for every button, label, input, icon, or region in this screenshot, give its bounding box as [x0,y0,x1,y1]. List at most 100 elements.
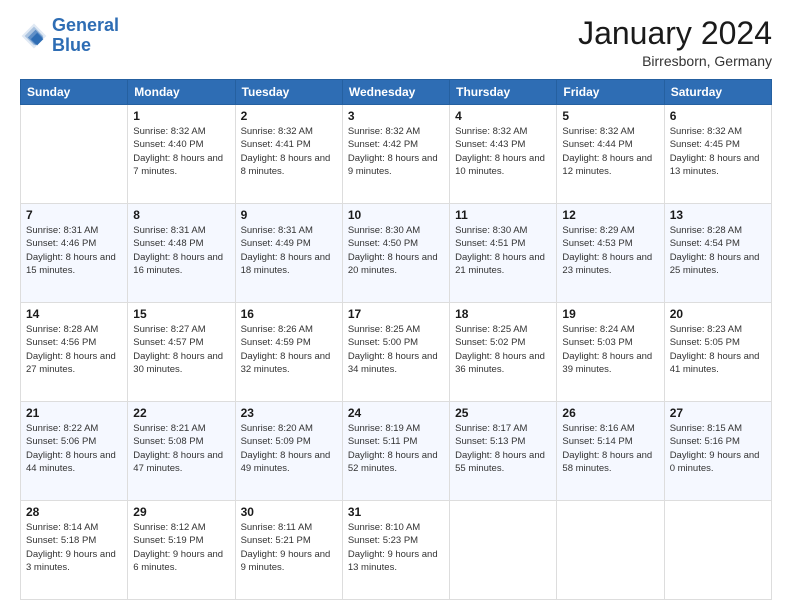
day-info: Sunrise: 8:29 AM Sunset: 4:53 PM Dayligh… [562,224,658,277]
sunset-text: Sunset: 5:23 PM [348,535,418,546]
daylight-text: Daylight: 8 hours and 36 minutes. [455,351,545,375]
day-info: Sunrise: 8:31 AM Sunset: 4:48 PM Dayligh… [133,224,229,277]
day-info: Sunrise: 8:28 AM Sunset: 4:56 PM Dayligh… [26,323,122,376]
day-number: 24 [348,406,444,420]
day-number: 5 [562,109,658,123]
sunset-text: Sunset: 4:51 PM [455,238,525,249]
table-row [557,501,664,600]
table-row: 2 Sunrise: 8:32 AM Sunset: 4:41 PM Dayli… [235,105,342,204]
daylight-text: Daylight: 8 hours and 25 minutes. [670,252,760,276]
sunrise-text: Sunrise: 8:32 AM [348,126,420,137]
sunset-text: Sunset: 4:54 PM [670,238,740,249]
table-row: 26 Sunrise: 8:16 AM Sunset: 5:14 PM Dayl… [557,402,664,501]
day-info: Sunrise: 8:16 AM Sunset: 5:14 PM Dayligh… [562,422,658,475]
table-row: 24 Sunrise: 8:19 AM Sunset: 5:11 PM Dayl… [342,402,449,501]
sunset-text: Sunset: 5:14 PM [562,436,632,447]
day-info: Sunrise: 8:31 AM Sunset: 4:46 PM Dayligh… [26,224,122,277]
daylight-text: Daylight: 8 hours and 49 minutes. [241,450,331,474]
day-number: 23 [241,406,337,420]
day-info: Sunrise: 8:25 AM Sunset: 5:02 PM Dayligh… [455,323,551,376]
sunset-text: Sunset: 5:06 PM [26,436,96,447]
day-info: Sunrise: 8:28 AM Sunset: 4:54 PM Dayligh… [670,224,766,277]
day-number: 16 [241,307,337,321]
header-wednesday: Wednesday [342,80,449,105]
daylight-text: Daylight: 8 hours and 23 minutes. [562,252,652,276]
sunrise-text: Sunrise: 8:22 AM [26,423,98,434]
table-row: 20 Sunrise: 8:23 AM Sunset: 5:05 PM Dayl… [664,303,771,402]
day-number: 19 [562,307,658,321]
table-row [450,501,557,600]
day-info: Sunrise: 8:30 AM Sunset: 4:50 PM Dayligh… [348,224,444,277]
day-number: 1 [133,109,229,123]
header-monday: Monday [128,80,235,105]
sunset-text: Sunset: 5:16 PM [670,436,740,447]
day-number: 30 [241,505,337,519]
table-row: 8 Sunrise: 8:31 AM Sunset: 4:48 PM Dayli… [128,204,235,303]
calendar-week-row: 1 Sunrise: 8:32 AM Sunset: 4:40 PM Dayli… [21,105,772,204]
sunrise-text: Sunrise: 8:24 AM [562,324,634,335]
table-row: 12 Sunrise: 8:29 AM Sunset: 4:53 PM Dayl… [557,204,664,303]
day-number: 25 [455,406,551,420]
sunset-text: Sunset: 4:40 PM [133,139,203,150]
table-row: 21 Sunrise: 8:22 AM Sunset: 5:06 PM Dayl… [21,402,128,501]
sunset-text: Sunset: 5:18 PM [26,535,96,546]
month-title: January 2024 [578,16,772,51]
table-row: 18 Sunrise: 8:25 AM Sunset: 5:02 PM Dayl… [450,303,557,402]
day-number: 28 [26,505,122,519]
day-number: 27 [670,406,766,420]
day-info: Sunrise: 8:32 AM Sunset: 4:45 PM Dayligh… [670,125,766,178]
table-row: 5 Sunrise: 8:32 AM Sunset: 4:44 PM Dayli… [557,105,664,204]
calendar-week-row: 14 Sunrise: 8:28 AM Sunset: 4:56 PM Dayl… [21,303,772,402]
table-row: 29 Sunrise: 8:12 AM Sunset: 5:19 PM Dayl… [128,501,235,600]
day-info: Sunrise: 8:26 AM Sunset: 4:59 PM Dayligh… [241,323,337,376]
sunrise-text: Sunrise: 8:31 AM [241,225,313,236]
sunrise-text: Sunrise: 8:11 AM [241,522,313,533]
daylight-text: Daylight: 8 hours and 13 minutes. [670,153,760,177]
day-info: Sunrise: 8:11 AM Sunset: 5:21 PM Dayligh… [241,521,337,574]
daylight-text: Daylight: 8 hours and 16 minutes. [133,252,223,276]
sunrise-text: Sunrise: 8:20 AM [241,423,313,434]
daylight-text: Daylight: 9 hours and 3 minutes. [26,549,116,573]
day-number: 13 [670,208,766,222]
sunrise-text: Sunrise: 8:31 AM [26,225,98,236]
sunrise-text: Sunrise: 8:32 AM [562,126,634,137]
sunset-text: Sunset: 4:49 PM [241,238,311,249]
day-info: Sunrise: 8:24 AM Sunset: 5:03 PM Dayligh… [562,323,658,376]
table-row: 14 Sunrise: 8:28 AM Sunset: 4:56 PM Dayl… [21,303,128,402]
sunset-text: Sunset: 4:43 PM [455,139,525,150]
day-info: Sunrise: 8:32 AM Sunset: 4:44 PM Dayligh… [562,125,658,178]
sunset-text: Sunset: 4:50 PM [348,238,418,249]
day-number: 9 [241,208,337,222]
table-row: 16 Sunrise: 8:26 AM Sunset: 4:59 PM Dayl… [235,303,342,402]
day-info: Sunrise: 8:25 AM Sunset: 5:00 PM Dayligh… [348,323,444,376]
day-info: Sunrise: 8:32 AM Sunset: 4:43 PM Dayligh… [455,125,551,178]
calendar-week-row: 21 Sunrise: 8:22 AM Sunset: 5:06 PM Dayl… [21,402,772,501]
table-row: 6 Sunrise: 8:32 AM Sunset: 4:45 PM Dayli… [664,105,771,204]
day-info: Sunrise: 8:17 AM Sunset: 5:13 PM Dayligh… [455,422,551,475]
header-tuesday: Tuesday [235,80,342,105]
day-info: Sunrise: 8:10 AM Sunset: 5:23 PM Dayligh… [348,521,444,574]
sunset-text: Sunset: 4:48 PM [133,238,203,249]
day-number: 7 [26,208,122,222]
table-row: 19 Sunrise: 8:24 AM Sunset: 5:03 PM Dayl… [557,303,664,402]
daylight-text: Daylight: 8 hours and 9 minutes. [348,153,438,177]
daylight-text: Daylight: 8 hours and 41 minutes. [670,351,760,375]
daylight-text: Daylight: 8 hours and 10 minutes. [455,153,545,177]
calendar-week-row: 7 Sunrise: 8:31 AM Sunset: 4:46 PM Dayli… [21,204,772,303]
daylight-text: Daylight: 8 hours and 47 minutes. [133,450,223,474]
logo-line1: General [52,15,119,35]
table-row: 23 Sunrise: 8:20 AM Sunset: 5:09 PM Dayl… [235,402,342,501]
sunrise-text: Sunrise: 8:25 AM [455,324,527,335]
table-row [21,105,128,204]
table-row: 28 Sunrise: 8:14 AM Sunset: 5:18 PM Dayl… [21,501,128,600]
sunset-text: Sunset: 5:05 PM [670,337,740,348]
sunrise-text: Sunrise: 8:32 AM [133,126,205,137]
sunrise-text: Sunrise: 8:27 AM [133,324,205,335]
table-row [664,501,771,600]
sunrise-text: Sunrise: 8:31 AM [133,225,205,236]
sunset-text: Sunset: 4:57 PM [133,337,203,348]
daylight-text: Daylight: 8 hours and 15 minutes. [26,252,116,276]
daylight-text: Daylight: 8 hours and 27 minutes. [26,351,116,375]
daylight-text: Daylight: 9 hours and 13 minutes. [348,549,438,573]
table-row: 11 Sunrise: 8:30 AM Sunset: 4:51 PM Dayl… [450,204,557,303]
